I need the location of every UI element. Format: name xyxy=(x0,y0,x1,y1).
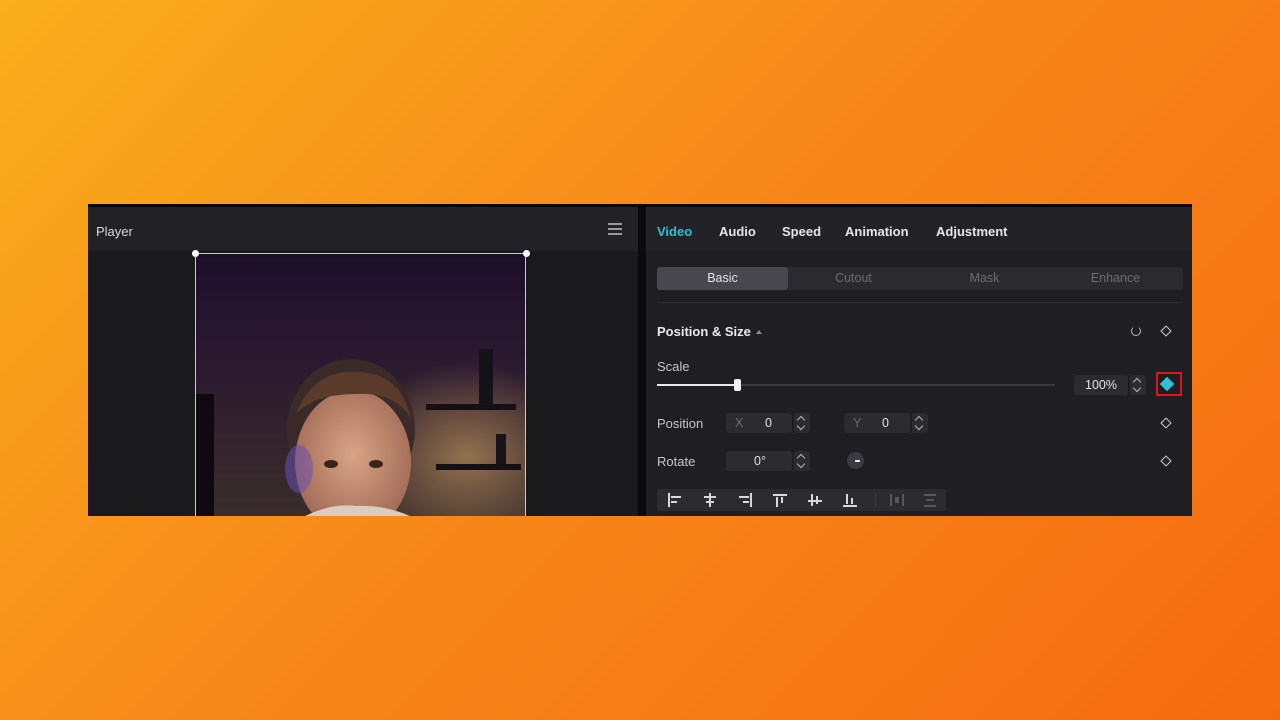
editor-window: Player Video Audio Speed Animation Adjus… xyxy=(88,204,1192,516)
align-center-h-icon[interactable] xyxy=(702,493,718,507)
position-x-stepper-icon[interactable] xyxy=(794,413,810,433)
property-tabs: Video Audio Speed Animation Adjustment xyxy=(646,207,1192,251)
position-x-value: 0 xyxy=(765,416,772,430)
player-title: Player xyxy=(96,224,133,239)
alignment-toolbar xyxy=(657,489,946,511)
subtab-basic[interactable]: Basic xyxy=(657,267,788,290)
video-preview[interactable] xyxy=(195,253,526,516)
subtab-mask[interactable]: Mask xyxy=(919,267,1050,290)
rotate-field[interactable]: 0° xyxy=(726,451,792,471)
rotate-stepper-icon[interactable] xyxy=(794,451,810,471)
align-bottom-icon[interactable] xyxy=(842,493,858,507)
rotate-label: Rotate xyxy=(657,454,696,469)
tab-adjustment[interactable]: Adjustment xyxy=(936,224,1008,239)
reset-icon[interactable] xyxy=(1128,323,1144,339)
player-header: Player xyxy=(88,207,638,251)
tab-animation[interactable]: Animation xyxy=(845,224,909,239)
scale-slider[interactable] xyxy=(657,379,1055,391)
align-top-icon[interactable] xyxy=(772,493,788,507)
scale-input[interactable]: 100% xyxy=(1074,375,1128,395)
scale-value: 100% xyxy=(1085,378,1117,392)
subtab-cutout[interactable]: Cutout xyxy=(788,267,919,290)
position-y-stepper-icon[interactable] xyxy=(912,413,928,433)
position-y-field[interactable]: Y 0 xyxy=(844,413,910,433)
properties-panel: Video Audio Speed Animation Adjustment B… xyxy=(646,207,1192,516)
rotate-knob-icon[interactable] xyxy=(847,452,864,469)
align-left-icon[interactable] xyxy=(667,493,683,507)
y-prefix: Y xyxy=(853,416,862,430)
rotate-keyframe-icon[interactable] xyxy=(1158,453,1174,469)
scale-stepper-icon[interactable] xyxy=(1130,375,1146,395)
distribute-v-icon[interactable] xyxy=(923,493,939,507)
menu-icon[interactable] xyxy=(608,223,622,235)
resize-handle-top-right[interactable] xyxy=(523,250,530,257)
toolbar-separator xyxy=(875,493,876,507)
video-frame-image xyxy=(196,254,525,516)
position-label: Position xyxy=(657,416,704,431)
tab-video[interactable]: Video xyxy=(657,224,692,239)
subtab-enhance[interactable]: Enhance xyxy=(1050,267,1181,290)
collapse-caret-icon xyxy=(755,330,762,334)
scale-slider-fill xyxy=(657,384,737,386)
tab-audio[interactable]: Audio xyxy=(719,224,756,239)
section-title: Position & Size xyxy=(657,324,751,339)
panel-divider[interactable] xyxy=(638,207,646,516)
position-keyframe-icon[interactable] xyxy=(1158,415,1174,431)
keyframe-highlight-box xyxy=(1156,372,1182,396)
subtab-bar: Basic Cutout Mask Enhance xyxy=(657,267,1183,290)
distribute-h-icon[interactable] xyxy=(889,493,905,507)
x-prefix: X xyxy=(735,416,744,430)
keyframe-icon[interactable] xyxy=(1158,323,1174,339)
section-header[interactable]: Position & Size xyxy=(657,324,762,339)
align-right-icon[interactable] xyxy=(737,493,753,507)
scale-slider-thumb[interactable] xyxy=(733,379,741,391)
scale-label: Scale xyxy=(657,359,690,374)
align-center-v-icon[interactable] xyxy=(807,493,823,507)
divider xyxy=(657,302,1183,303)
position-y-value: 0 xyxy=(882,416,889,430)
rotate-value: 0° xyxy=(754,454,766,468)
position-x-field[interactable]: X 0 xyxy=(726,413,792,433)
player-panel: Player xyxy=(88,207,638,516)
tab-speed[interactable]: Speed xyxy=(782,224,821,239)
resize-handle-top-left[interactable] xyxy=(192,250,199,257)
